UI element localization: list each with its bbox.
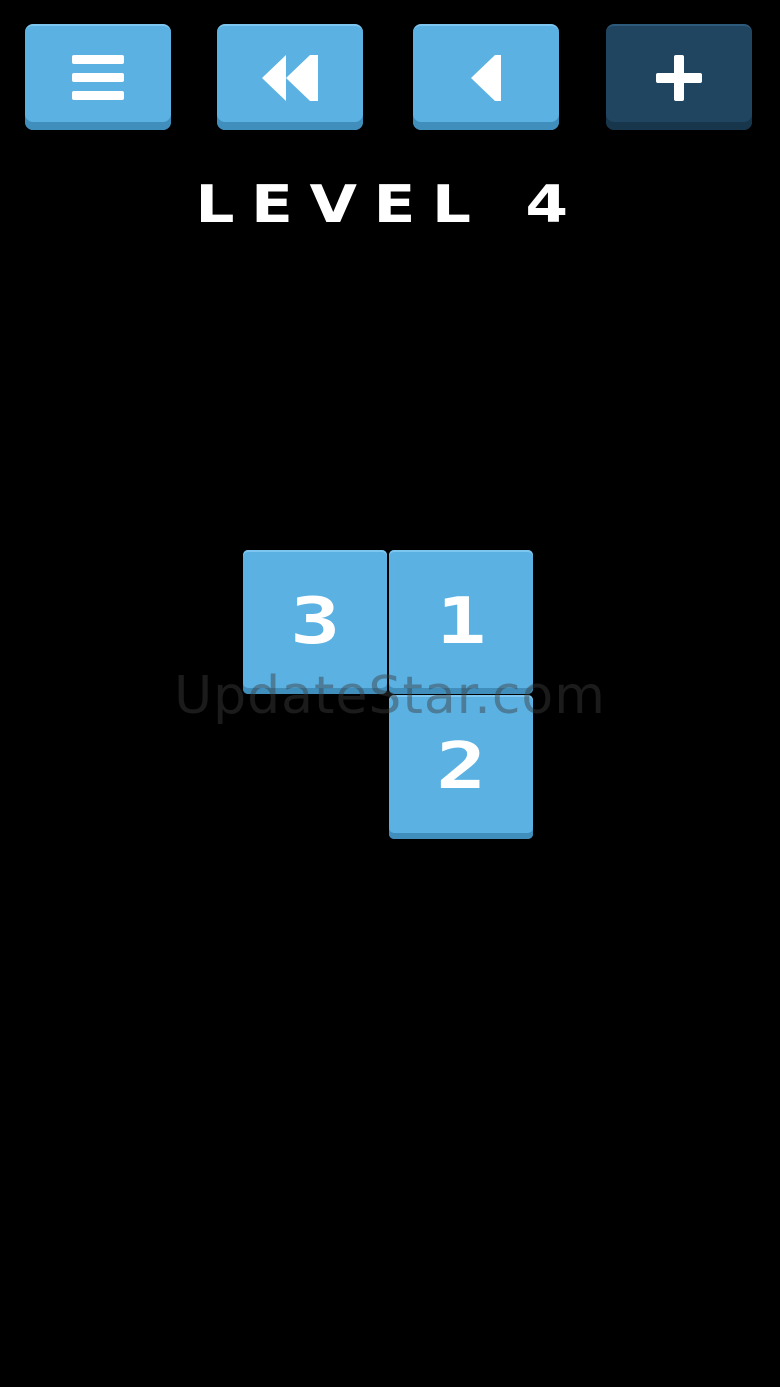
menu-button[interactable] <box>25 24 171 130</box>
number-tile[interactable]: 3 <box>243 550 387 694</box>
plus-icon <box>654 53 704 103</box>
menu-icon <box>70 53 126 103</box>
add-button[interactable] <box>606 24 752 130</box>
rewind-icon <box>260 53 320 103</box>
level-title: LEVEL 4 <box>195 175 585 235</box>
number-tile[interactable]: 2 <box>389 695 533 839</box>
back-triangle-icon <box>469 53 503 103</box>
tile-value: 1 <box>435 585 487 659</box>
number-tile[interactable]: 1 <box>389 550 533 694</box>
tile-value: 3 <box>289 585 341 659</box>
restart-button[interactable] <box>217 24 363 130</box>
toolbar <box>0 0 780 140</box>
tile-value: 2 <box>435 730 487 804</box>
undo-button[interactable] <box>413 24 559 130</box>
